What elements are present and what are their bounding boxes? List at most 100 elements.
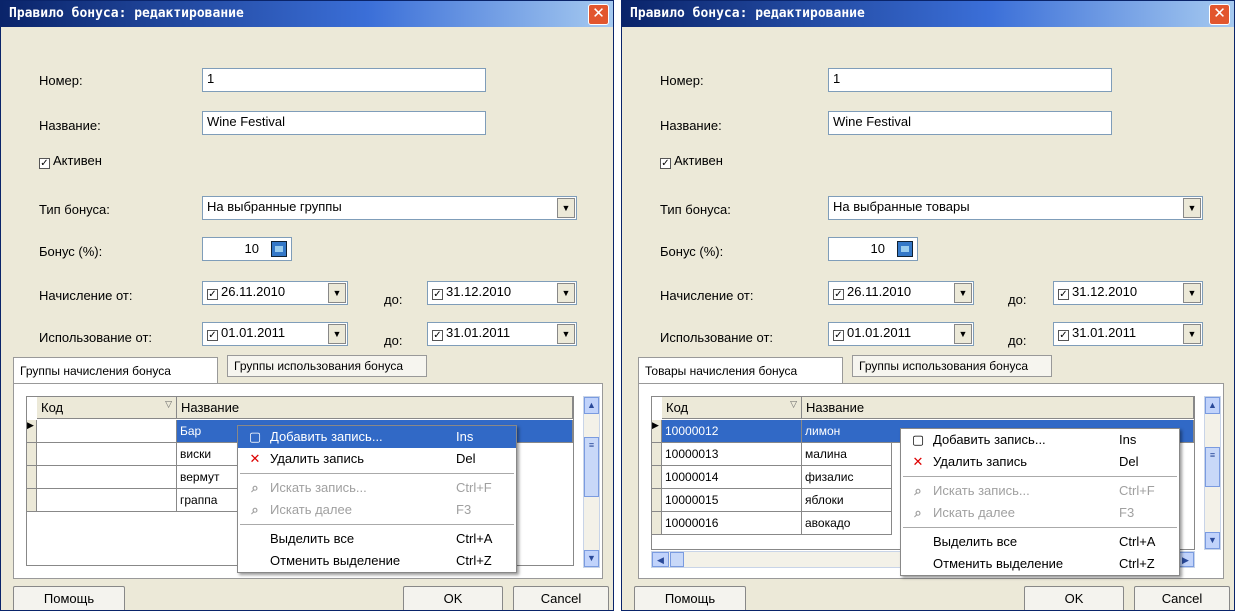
accrual-from-date[interactable]: ✓ 26.11.2010 ▼ [828, 281, 974, 305]
cell-name[interactable]: физалис [802, 466, 892, 489]
chevron-down-icon[interactable]: ▼ [557, 324, 575, 344]
chevron-down-icon[interactable]: ▼ [1183, 324, 1201, 344]
chevron-down-icon[interactable]: ▼ [328, 283, 346, 303]
bonus-type-select[interactable]: На выбранные товары ▼ [828, 196, 1203, 220]
delete-icon: ✕ [249, 451, 261, 466]
menu-item-deselect[interactable]: Отменить выделение Ctrl+Z [901, 553, 1179, 575]
cell-name[interactable]: авокадо [802, 512, 892, 535]
tab-accrual-products[interactable]: Товары начисления бонуса [638, 357, 843, 385]
help-button[interactable]: Помощь [634, 586, 746, 610]
help-button[interactable]: Помощь [13, 586, 125, 610]
cancel-button[interactable]: Cancel [513, 586, 609, 610]
menu-item-find[interactable]: ⌕ Искать запись... Ctrl+F [901, 480, 1179, 502]
cell-name[interactable]: малина [802, 443, 892, 466]
active-checkbox[interactable]: ✓ Активен [39, 153, 102, 169]
menu-item-select-all[interactable]: Выделить все Ctrl+A [238, 528, 516, 550]
column-header-code[interactable]: Код ▽ [37, 397, 177, 419]
scroll-left-icon[interactable]: ◀ [652, 552, 669, 567]
menu-item-delete[interactable]: ✕ Удалить запись Del [901, 451, 1179, 473]
usage-to-value: 31.01.2011 [446, 325, 511, 340]
chevron-down-icon[interactable]: ▼ [328, 324, 346, 344]
menu-item-delete[interactable]: ✕ Удалить запись Del [238, 448, 516, 470]
usage-to-date[interactable]: ✓ 31.01.2011 ▼ [427, 322, 577, 346]
cell-code[interactable]: 10000013 [662, 443, 802, 466]
vertical-scrollbar[interactable]: ▲ ≡ ▼ [583, 396, 600, 568]
menu-item-shortcut: Ins [1119, 432, 1137, 447]
chevron-down-icon[interactable]: ▼ [1183, 198, 1201, 218]
scroll-up-icon[interactable]: ▲ [1205, 397, 1220, 414]
bonus-type-value: На выбранные товары [833, 199, 970, 214]
scroll-down-icon[interactable]: ▼ [1205, 532, 1220, 549]
cell-code[interactable]: 10000012 [662, 420, 802, 443]
menu-item-add[interactable]: ▢ Добавить запись... Ins [238, 426, 516, 448]
active-checkbox[interactable]: ✓ Активен [660, 153, 723, 169]
row-indicator [652, 512, 662, 535]
cell-code[interactable] [37, 443, 177, 466]
checkbox-checked-icon[interactable]: ✓ [1058, 289, 1069, 300]
ok-button[interactable]: OK [1024, 586, 1124, 610]
checkbox-checked-icon[interactable]: ✓ [207, 330, 218, 341]
scroll-thumb[interactable]: ≡ [584, 437, 599, 497]
bonus-percent-field[interactable]: 10 [828, 237, 918, 261]
delete-icon: ✕ [912, 454, 924, 469]
chevron-down-icon[interactable]: ▼ [954, 324, 972, 344]
scroll-thumb[interactable]: ≡ [1205, 447, 1220, 487]
chevron-down-icon[interactable]: ▼ [954, 283, 972, 303]
checkbox-checked-icon[interactable]: ✓ [833, 330, 844, 341]
menu-item-find-next[interactable]: ⌕ Искать далее F3 [238, 499, 516, 521]
tab-usage-groups[interactable]: Группы использования бонуса [852, 355, 1052, 377]
cell-code[interactable]: 10000016 [662, 512, 802, 535]
cell-code[interactable] [37, 466, 177, 489]
usage-from-date[interactable]: ✓ 01.01.2011 ▼ [202, 322, 348, 346]
chevron-down-icon[interactable]: ▼ [1183, 283, 1201, 303]
menu-item-find[interactable]: ⌕ Искать запись... Ctrl+F [238, 477, 516, 499]
usage-from-date[interactable]: ✓ 01.01.2011 ▼ [828, 322, 974, 346]
cell-code[interactable]: 10000015 [662, 489, 802, 512]
column-header-name[interactable]: Название [177, 397, 573, 419]
bonus-percent-field[interactable]: 10 [202, 237, 292, 261]
name-field[interactable]: Wine Festival [828, 111, 1112, 135]
accrual-from-date[interactable]: ✓ 26.11.2010 ▼ [202, 281, 348, 305]
tab-usage-groups[interactable]: Группы использования бонуса [227, 355, 427, 377]
number-field[interactable]: 1 [202, 68, 486, 92]
chevron-down-icon[interactable]: ▼ [557, 283, 575, 303]
menu-item-find-next[interactable]: ⌕ Искать далее F3 [901, 502, 1179, 524]
menu-item-shortcut: F3 [456, 502, 472, 517]
column-header-code[interactable]: Код ▽ [662, 397, 802, 419]
row-indicator [27, 466, 37, 489]
scroll-thumb[interactable] [670, 552, 684, 567]
name-field[interactable]: Wine Festival [202, 111, 486, 135]
cell-code[interactable] [37, 420, 177, 443]
accrual-to-date[interactable]: ✓ 31.12.2010 ▼ [427, 281, 577, 305]
accrual-from-label: Начисление от: [660, 288, 754, 303]
column-header-name[interactable]: Название [802, 397, 1194, 419]
menu-item-add[interactable]: ▢ Добавить запись... Ins [901, 429, 1179, 451]
menu-item-select-all[interactable]: Выделить все Ctrl+A [901, 531, 1179, 553]
checkbox-checked-icon[interactable]: ✓ [833, 289, 844, 300]
scroll-down-icon[interactable]: ▼ [584, 550, 599, 567]
tab-accrual-groups[interactable]: Группы начисления бонуса [13, 357, 218, 385]
menu-item-shortcut: Ctrl+Z [1119, 556, 1155, 571]
accrual-to-date[interactable]: ✓ 31.12.2010 ▼ [1053, 281, 1203, 305]
calculator-icon[interactable] [897, 241, 913, 257]
close-button[interactable]: ✕ [588, 4, 609, 25]
cell-code[interactable]: 10000014 [662, 466, 802, 489]
checkbox-checked-icon[interactable]: ✓ [207, 289, 218, 300]
cell-code[interactable] [37, 489, 177, 512]
scroll-up-icon[interactable]: ▲ [584, 397, 599, 414]
checkbox-checked-icon[interactable]: ✓ [1058, 330, 1069, 341]
bonus-percent-label: Бонус (%): [660, 244, 724, 259]
calculator-icon[interactable] [271, 241, 287, 257]
vertical-scrollbar[interactable]: ▲ ≡ ▼ [1204, 396, 1221, 550]
chevron-down-icon[interactable]: ▼ [557, 198, 575, 218]
menu-item-deselect[interactable]: Отменить выделение Ctrl+Z [238, 550, 516, 572]
cell-name[interactable]: яблоки [802, 489, 892, 512]
checkbox-checked-icon[interactable]: ✓ [432, 289, 443, 300]
bonus-type-select[interactable]: На выбранные группы ▼ [202, 196, 577, 220]
checkbox-checked-icon[interactable]: ✓ [432, 330, 443, 341]
cancel-button[interactable]: Cancel [1134, 586, 1230, 610]
ok-button[interactable]: OK [403, 586, 503, 610]
usage-to-date[interactable]: ✓ 31.01.2011 ▼ [1053, 322, 1203, 346]
close-button[interactable]: ✕ [1209, 4, 1230, 25]
number-field[interactable]: 1 [828, 68, 1112, 92]
